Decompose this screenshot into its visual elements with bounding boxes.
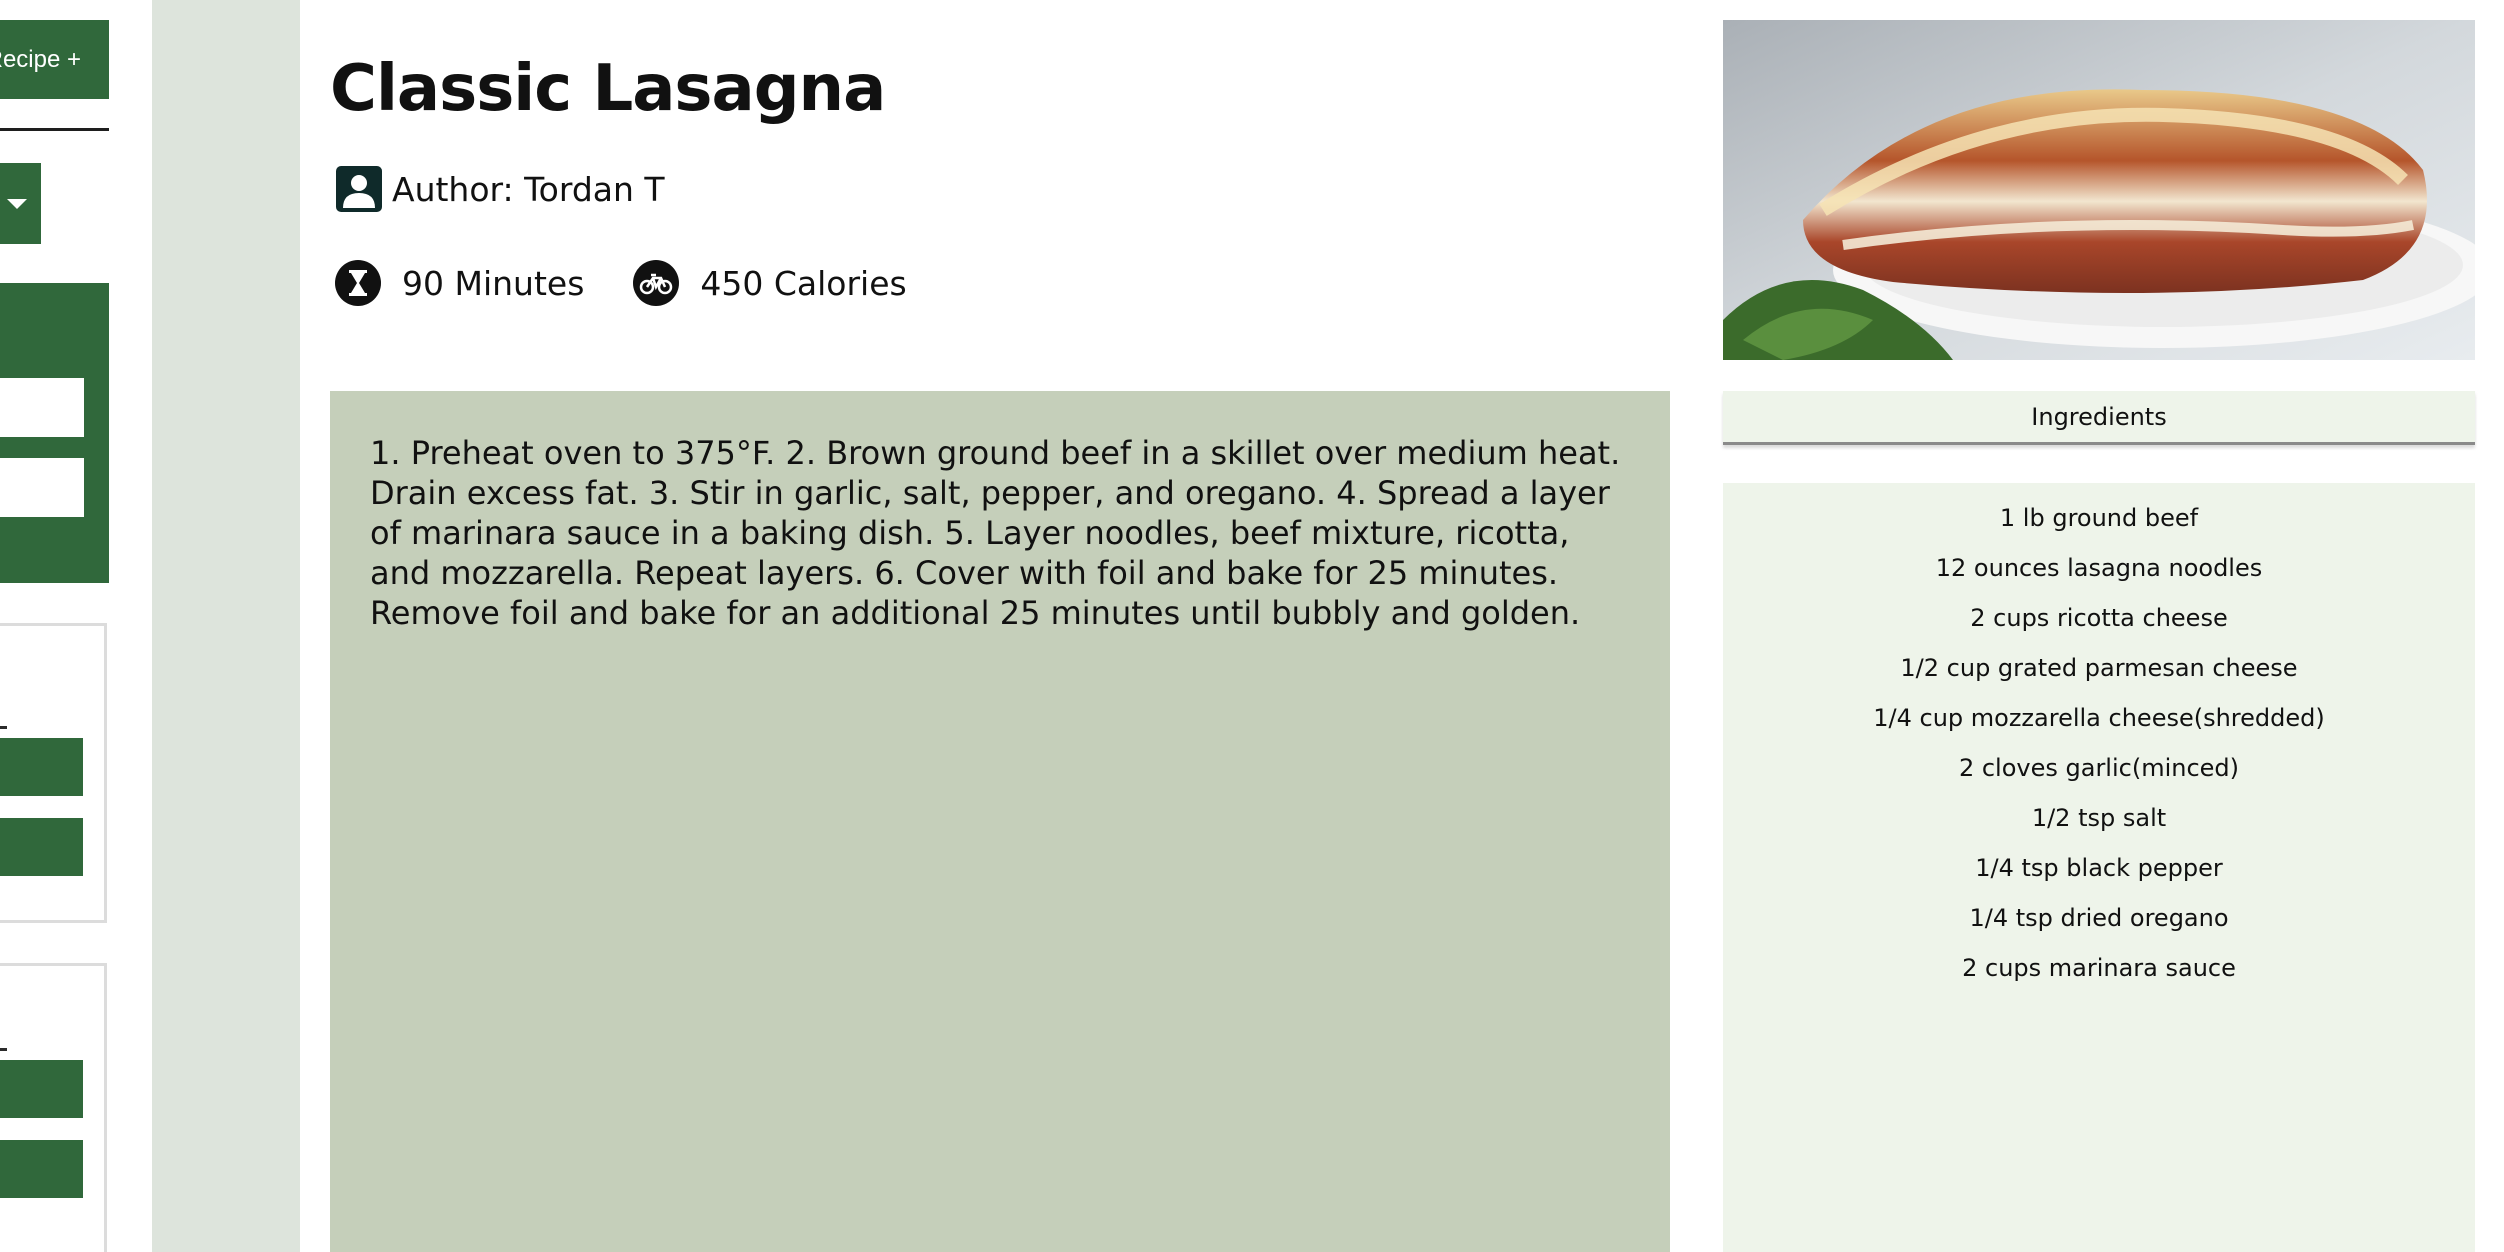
instructions-text: 1. Preheat oven to 375°F. 2. Brown groun… xyxy=(370,434,1621,632)
user-icon xyxy=(336,166,382,212)
recipe-title: Classic Lasagna xyxy=(330,52,886,126)
calories-info: 450 Calories xyxy=(632,259,907,307)
filter-panel xyxy=(0,283,109,583)
dropdown-button[interactable] xyxy=(0,163,41,244)
ingredient-item: 12 ounces lasagna noodles xyxy=(1935,554,2263,582)
card-tick xyxy=(0,726,7,729)
author-label: Author: Tordan T xyxy=(392,169,665,209)
bicycle-icon xyxy=(633,260,680,306)
ingredients-list: 1 lb ground beef 12 ounces lasagna noodle… xyxy=(1723,483,2475,993)
author-row: Author: Tordan T xyxy=(334,164,665,214)
time-label: 90 Minutes xyxy=(402,263,585,303)
card-button[interactable] xyxy=(0,1060,83,1118)
filter-input-2[interactable] xyxy=(0,458,84,517)
recipe-image xyxy=(1723,20,2475,360)
card-button[interactable] xyxy=(0,738,83,796)
ingredient-item: 2 cups marinara sauce xyxy=(1962,954,2236,982)
card-button[interactable] xyxy=(0,1140,83,1198)
ingredient-item: 1/2 tsp salt xyxy=(2031,804,2167,832)
sidebar: Recipe + xyxy=(0,0,152,1252)
ingredients-panel: 1 lb ground beef 12 ounces lasagna noodle… xyxy=(1723,483,2475,1252)
ingredient-item: 1/4 cup mozzarella cheese(shredded) xyxy=(1873,704,2325,732)
meta-row: 90 Minutes 450 Calories xyxy=(334,259,955,307)
hourglass-icon xyxy=(335,260,381,306)
card-tick xyxy=(0,1048,7,1051)
caret-down-icon xyxy=(7,199,27,209)
ingredients-header: Ingredients xyxy=(1723,391,2475,445)
filter-input-1[interactable] xyxy=(0,378,84,437)
ingredient-item: 1/4 tsp black pepper xyxy=(1975,854,2223,882)
card-button[interactable] xyxy=(0,818,83,876)
sidebar-card xyxy=(0,963,107,1252)
gutter xyxy=(152,0,300,1252)
time-info: 90 Minutes xyxy=(334,259,584,307)
instructions-panel: 1. Preheat oven to 375°F. 2. Brown groun… xyxy=(330,391,1670,1252)
calories-label: 450 Calories xyxy=(700,263,907,303)
ingredient-item: 2 cloves garlic(minced) xyxy=(1958,754,2240,782)
sidebar-divider xyxy=(0,128,109,131)
sidebar-card xyxy=(0,623,107,923)
ingredient-item: 1/4 tsp dried oregano xyxy=(1969,904,2229,932)
ingredient-item: 1 lb ground beef xyxy=(1999,504,2199,532)
app-root: Recipe + Classic Lasagna Author: Tordan xyxy=(0,0,2504,1252)
ingredient-item: 1/2 cup grated parmesan cheese xyxy=(1900,654,2298,682)
add-recipe-button[interactable]: Recipe + xyxy=(0,20,109,99)
ingredient-item: 2 cups ricotta cheese xyxy=(1970,604,2228,632)
